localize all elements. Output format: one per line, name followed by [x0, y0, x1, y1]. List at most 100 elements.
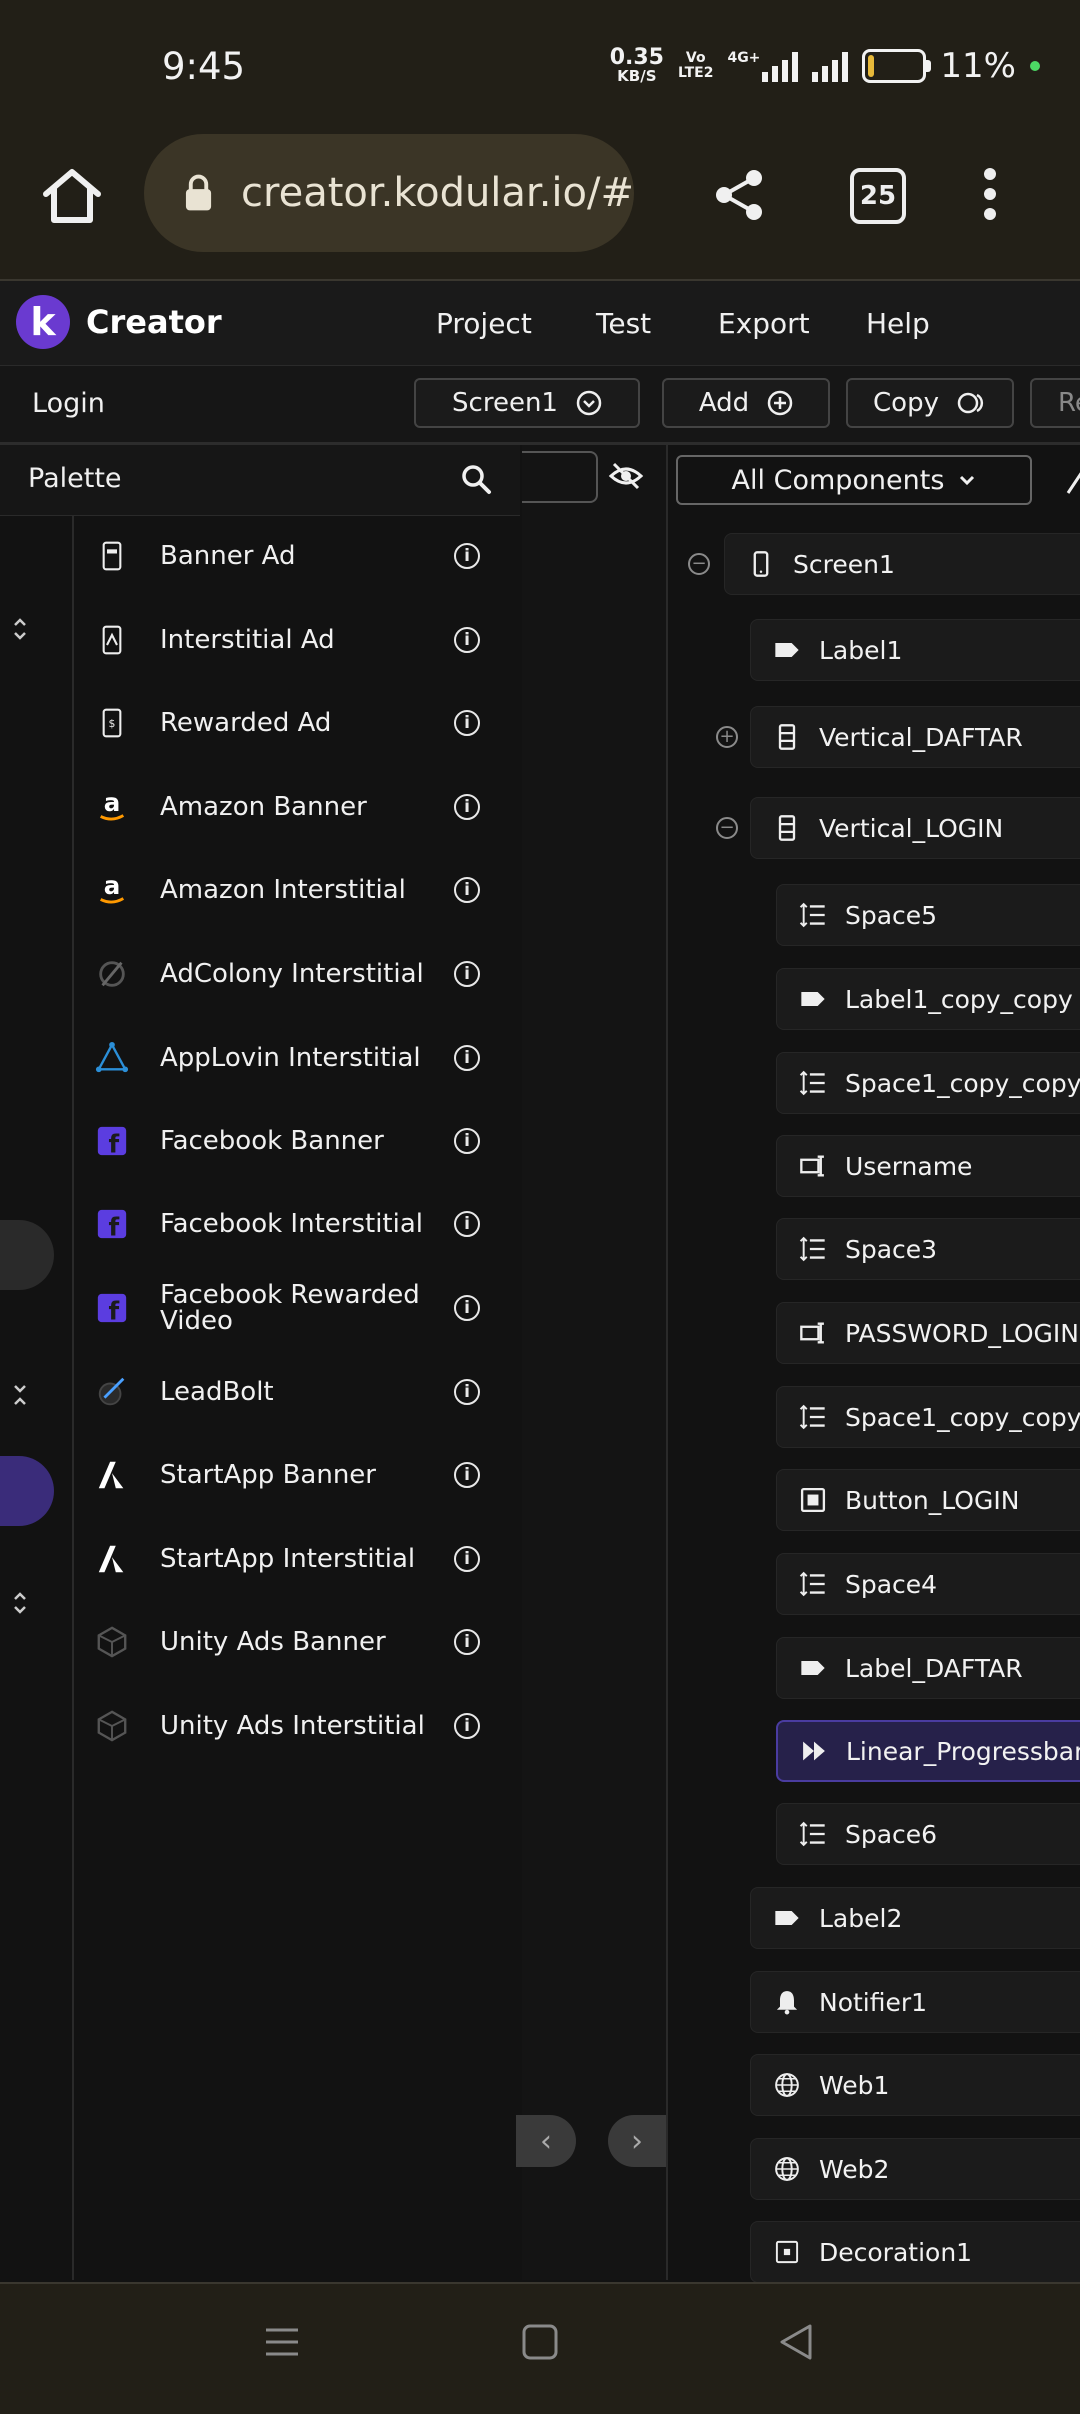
- component-tree-item[interactable]: Web1: [750, 2054, 1080, 2116]
- component-name: PASSWORD_LOGIN: [845, 1318, 1079, 1348]
- recents-icon[interactable]: [262, 2322, 302, 2362]
- expand-toggle-icon[interactable]: +: [716, 726, 738, 748]
- remove-screen-button[interactable]: Re: [1030, 378, 1080, 428]
- copy-screen-button[interactable]: Copy: [846, 378, 1014, 428]
- component-tree-item[interactable]: Space1_copy_copy: [776, 1052, 1080, 1114]
- tab-switcher-button[interactable]: 25: [850, 168, 906, 224]
- component-tree-item[interactable]: Screen1: [724, 533, 1080, 595]
- info-icon[interactable]: i: [454, 1379, 480, 1405]
- palette-item[interactable]: f Facebook Banner i: [74, 1099, 520, 1183]
- palette-item[interactable]: $ Rewarded Ad i: [74, 681, 520, 765]
- component-tree-item[interactable]: Username: [776, 1135, 1080, 1197]
- palette-item-label: StartApp Banner: [160, 1460, 376, 1490]
- nav-test[interactable]: Test: [596, 307, 651, 340]
- component-tree-item[interactable]: Linear_Progressbar1: [776, 1720, 1080, 1782]
- component-tree-item[interactable]: Space6: [776, 1803, 1080, 1865]
- viewer-size-input[interactable]: [522, 451, 598, 503]
- collapse-toggle-icon[interactable]: −: [716, 817, 738, 839]
- info-icon[interactable]: i: [454, 1546, 480, 1572]
- startapp-icon: [94, 1457, 130, 1493]
- amazon-icon: a: [94, 872, 130, 908]
- info-icon[interactable]: i: [454, 1045, 480, 1071]
- info-icon[interactable]: i: [454, 710, 480, 736]
- info-icon[interactable]: i: [454, 1295, 480, 1321]
- info-icon[interactable]: i: [454, 961, 480, 987]
- category-sidebar: [0, 516, 74, 2280]
- palette-search-button[interactable]: [460, 463, 492, 499]
- svg-text:$: $: [109, 717, 116, 730]
- share-button[interactable]: [712, 168, 766, 226]
- component-tree-item[interactable]: Label2: [750, 1887, 1080, 1949]
- expand-icon[interactable]: [12, 616, 28, 642]
- nav-export[interactable]: Export: [718, 307, 810, 340]
- palette-item[interactable]: LeadBolt i: [74, 1350, 520, 1434]
- info-icon[interactable]: i: [454, 1128, 480, 1154]
- next-button[interactable]: ›: [608, 2115, 666, 2167]
- chevron-circle-down-icon: [576, 390, 602, 416]
- component-tree-item[interactable]: Vertical_LOGIN: [750, 797, 1080, 859]
- palette-item[interactable]: StartApp Banner i: [74, 1433, 520, 1517]
- palette-item[interactable]: AdColony Interstitial i: [74, 932, 520, 1016]
- nav-help[interactable]: Help: [866, 307, 930, 340]
- collapse-icon[interactable]: [12, 1382, 28, 1408]
- info-icon[interactable]: i: [454, 1211, 480, 1237]
- home-button[interactable]: [40, 166, 104, 230]
- info-icon[interactable]: i: [454, 627, 480, 653]
- component-tree-item[interactable]: Web2: [750, 2138, 1080, 2200]
- component-tree-item[interactable]: Decoration1: [750, 2221, 1080, 2283]
- component-name: Web2: [819, 2154, 890, 2184]
- add-screen-button[interactable]: Add: [662, 378, 830, 428]
- svg-text:f: f: [109, 1296, 120, 1325]
- prev-button[interactable]: ‹: [516, 2115, 576, 2167]
- component-tree-item[interactable]: Space1_copy_copy..: [776, 1386, 1080, 1448]
- component-tree-item[interactable]: Label1_copy_copy: [776, 968, 1080, 1030]
- palette-item[interactable]: a Amazon Interstitial i: [74, 848, 520, 932]
- info-icon[interactable]: i: [454, 794, 480, 820]
- toggle-hidden-button[interactable]: [608, 461, 644, 495]
- category-pill-active[interactable]: [0, 1456, 54, 1526]
- component-tree-item[interactable]: Notifier1: [750, 1971, 1080, 2033]
- unity-icon: [94, 1708, 130, 1744]
- url-bar[interactable]: creator.kodular.io/#: [144, 134, 634, 252]
- component-tree-item[interactable]: Label1: [750, 619, 1080, 681]
- info-icon[interactable]: i: [454, 877, 480, 903]
- component-tree-item[interactable]: Label_DAFTAR: [776, 1637, 1080, 1699]
- palette-item[interactable]: f Facebook Rewarded Video i: [74, 1266, 520, 1350]
- info-icon[interactable]: i: [454, 543, 480, 569]
- component-tree-item[interactable]: Vertical_DAFTAR: [750, 706, 1080, 768]
- screen-selector[interactable]: Screen1: [414, 378, 640, 428]
- info-icon[interactable]: i: [454, 1629, 480, 1655]
- palette-item[interactable]: AppLovin Interstitial i: [74, 1016, 520, 1100]
- component-name: Username: [845, 1151, 973, 1181]
- component-tree-item[interactable]: Space3: [776, 1218, 1080, 1280]
- palette-item[interactable]: Unity Ads Interstitial i: [74, 1684, 520, 1768]
- browser-menu-button[interactable]: [980, 168, 1000, 220]
- palette-item[interactable]: StartApp Interstitial i: [74, 1517, 520, 1601]
- facebook-icon: f: [94, 1123, 130, 1159]
- back-icon[interactable]: [776, 2322, 816, 2362]
- collapse-toggle-icon[interactable]: −: [688, 553, 710, 575]
- info-icon[interactable]: i: [454, 1462, 480, 1488]
- share-icon: [716, 170, 762, 220]
- home-nav-icon[interactable]: [520, 2322, 560, 2362]
- category-pill[interactable]: [0, 1220, 54, 1290]
- component-tree-item[interactable]: Space4: [776, 1553, 1080, 1615]
- info-icon[interactable]: i: [454, 1713, 480, 1739]
- component-name: Screen1: [793, 549, 895, 579]
- palette-item[interactable]: Unity Ads Banner i: [74, 1600, 520, 1684]
- clock: 9:45: [162, 45, 246, 88]
- palette-item[interactable]: a Amazon Banner i: [74, 765, 520, 849]
- plus-circle-icon: [767, 390, 793, 416]
- component-tree-item[interactable]: Space5: [776, 884, 1080, 946]
- palette-item[interactable]: Interstitial Ad i: [74, 598, 520, 682]
- component-name: Decoration1: [819, 2237, 973, 2267]
- expand-icon[interactable]: [12, 1590, 28, 1616]
- component-tree-item[interactable]: Button_LOGIN: [776, 1469, 1080, 1531]
- kodular-logo[interactable]: k: [16, 295, 70, 349]
- palette-item[interactable]: f Facebook Interstitial i: [74, 1182, 520, 1266]
- nav-project[interactable]: Project: [436, 307, 532, 340]
- palette-item[interactable]: Banner Ad i: [74, 514, 520, 598]
- component-tree-item[interactable]: PASSWORD_LOGIN: [776, 1302, 1080, 1364]
- palette-item-label: Facebook Interstitial: [160, 1209, 423, 1239]
- battery-fill: [868, 55, 875, 77]
